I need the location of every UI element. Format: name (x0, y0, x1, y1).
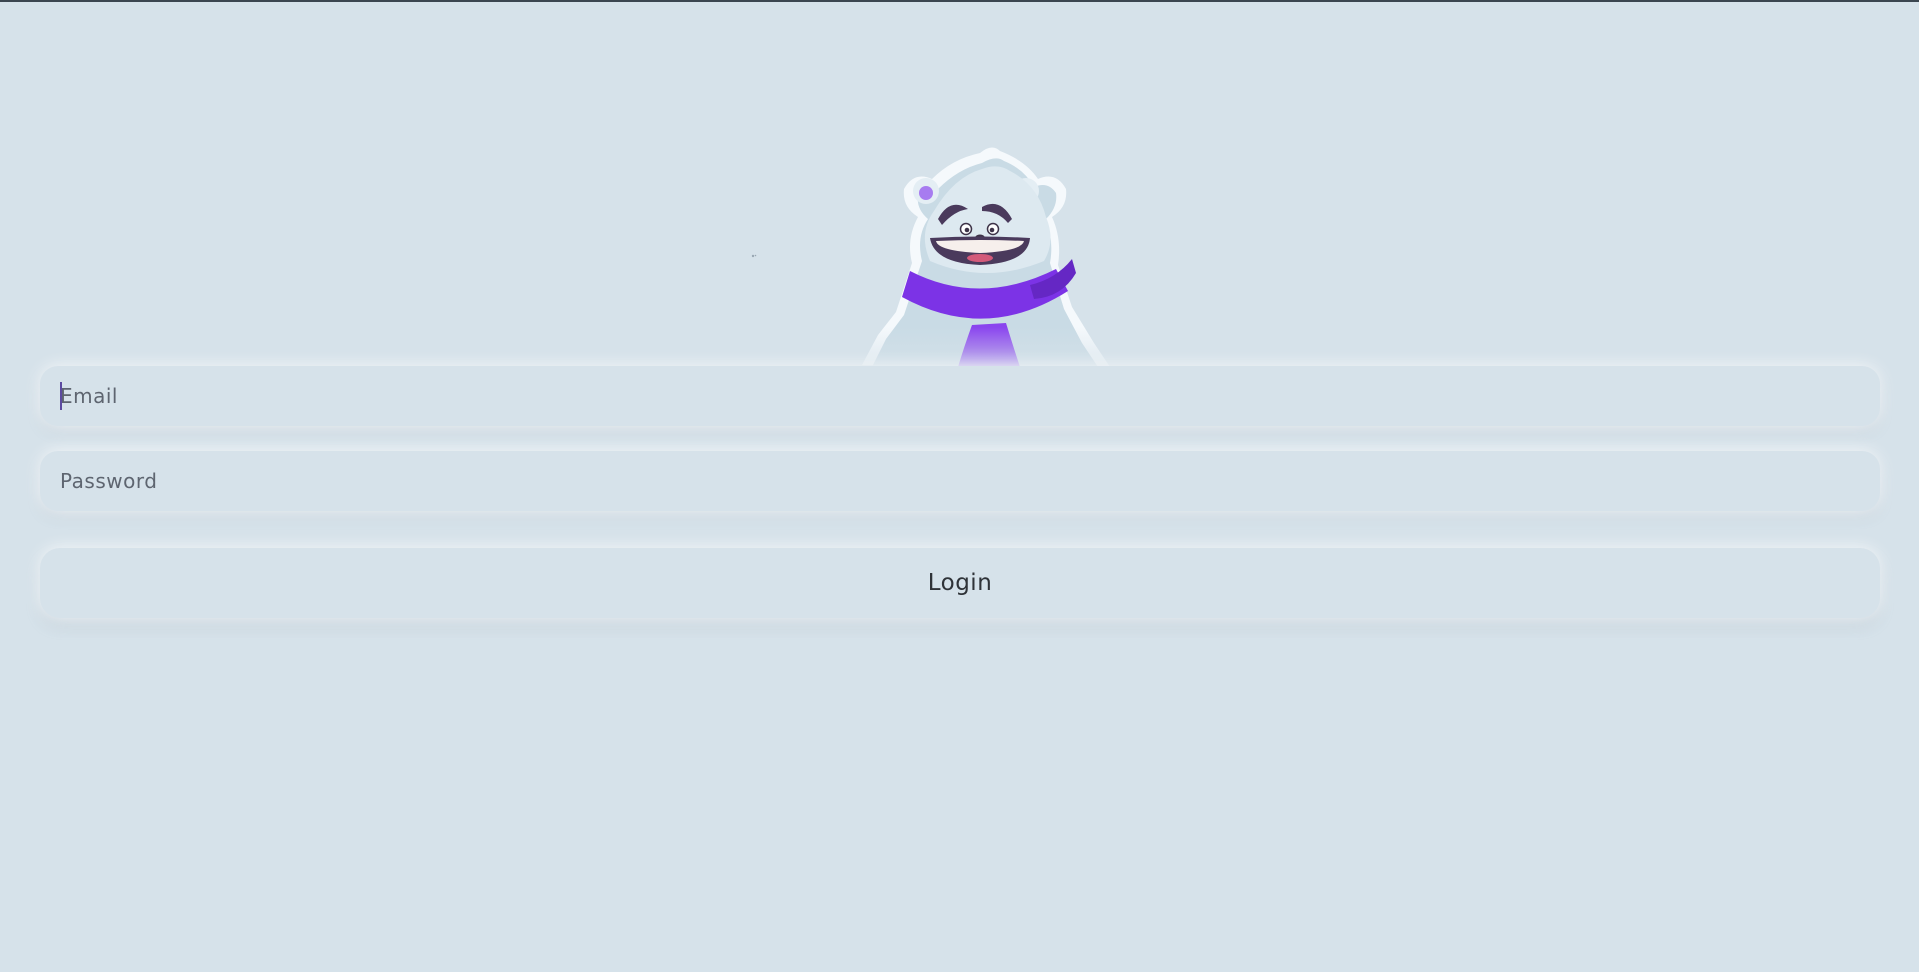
login-page: Email Password Login (0, 2, 1919, 972)
password-placeholder: Password (60, 469, 158, 493)
email-field[interactable]: Email (40, 366, 1880, 426)
login-button[interactable]: Login (40, 548, 1880, 618)
text-caret (60, 382, 62, 410)
password-field[interactable]: Password (40, 451, 1880, 511)
email-placeholder: Email (60, 384, 118, 408)
decorative-dot-icon (751, 243, 757, 258)
polar-bear-mascot-icon (810, 137, 1110, 367)
